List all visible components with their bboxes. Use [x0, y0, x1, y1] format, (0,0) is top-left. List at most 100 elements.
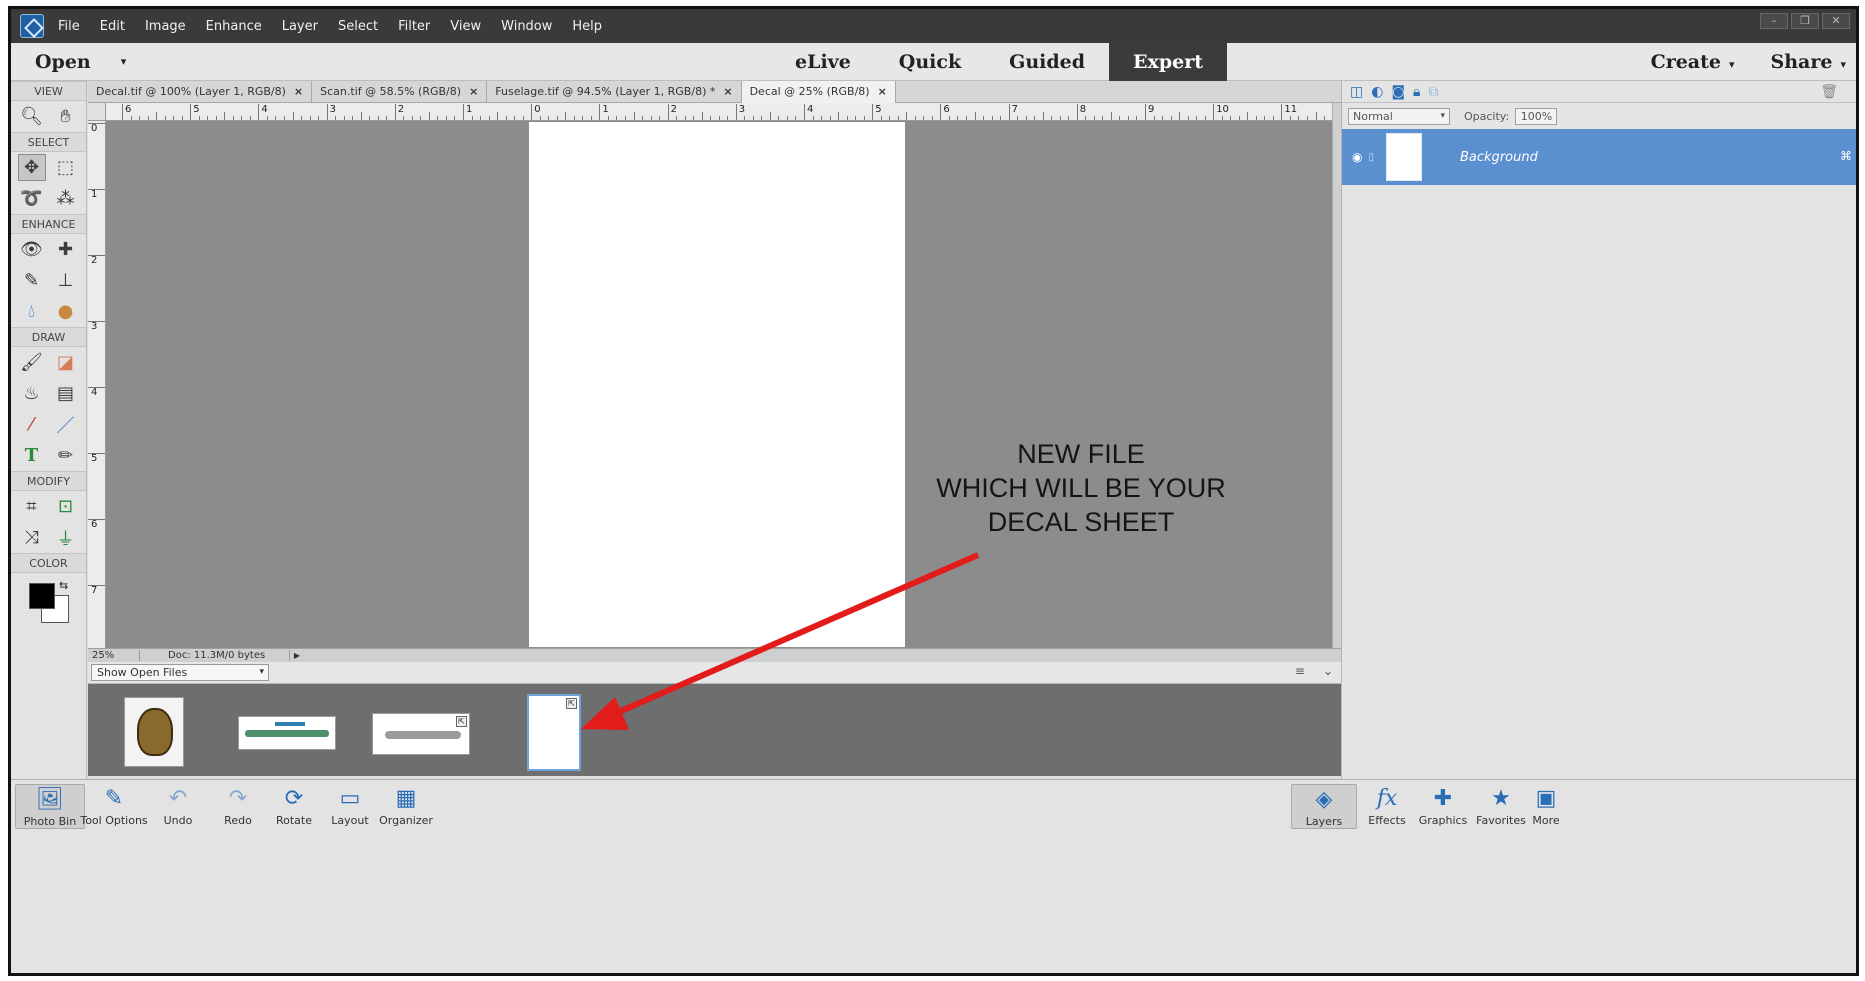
quick-selection-tool-icon[interactable]: ⁂ — [52, 185, 80, 212]
thumbnail-decal[interactable] — [124, 697, 184, 767]
visibility-eye-icon[interactable]: ◉ — [1352, 150, 1362, 164]
more-button[interactable]: ▣ More — [1521, 784, 1571, 827]
ruler-minor-tick — [139, 116, 141, 120]
eraser-tool-icon[interactable]: ◪ — [52, 349, 80, 376]
ruler-minor-tick — [1119, 116, 1121, 120]
close-tab-icon[interactable]: × — [294, 85, 303, 98]
ruler-minor-tick — [1025, 116, 1027, 120]
blur-tool-icon[interactable]: 💧︎ — [18, 298, 46, 325]
content-aware-move-tool-icon[interactable]: ⤨ — [18, 524, 46, 551]
brush-tool-icon[interactable]: 🖌︎ — [18, 349, 46, 376]
eyedropper-tool-icon[interactable]: ⁄ — [18, 411, 46, 438]
menu-window[interactable]: Window — [501, 19, 552, 34]
layer-mask-icon[interactable]: ◙ — [1391, 84, 1405, 100]
photo-bin-button[interactable]: 🖼︎ Photo Bin — [15, 784, 85, 829]
canvas-area[interactable] — [106, 121, 1332, 648]
menu-filter[interactable]: Filter — [398, 19, 430, 34]
vertical-ruler: 0 1 2 3 4 5 6 7 — [88, 121, 106, 648]
close-icon[interactable]: ✕ — [1822, 13, 1850, 29]
mode-guided[interactable]: Guided — [985, 43, 1109, 81]
lasso-tool-icon[interactable]: ➰ — [18, 185, 46, 212]
adjustment-layer-icon[interactable]: ◐ — [1371, 84, 1383, 100]
bin-menu-icon[interactable]: ≡ — [1295, 664, 1305, 678]
zoom-tool-icon[interactable]: 🔍︎ — [18, 103, 46, 130]
restore-icon[interactable]: ❐ — [1791, 13, 1819, 29]
thumbnail-fuselage[interactable]: ⇱ — [372, 713, 470, 755]
ruler-label: 4 — [261, 104, 268, 115]
opacity-field[interactable]: 100% — [1515, 107, 1558, 125]
recompose-tool-icon[interactable]: ⊡ — [52, 493, 80, 520]
menu-layer[interactable]: Layer — [282, 19, 318, 34]
thumbnail-scan[interactable] — [238, 716, 336, 750]
red-eye-tool-icon[interactable]: 👁︎ — [18, 236, 46, 263]
organizer-button[interactable]: ▦ Organizer — [371, 784, 441, 827]
type-tool-icon[interactable]: T — [18, 442, 46, 469]
document-canvas[interactable] — [529, 122, 905, 647]
tab-decal[interactable]: Decal @ 25% (RGB/8) × — [741, 81, 896, 103]
vertical-scrollbar[interactable] — [1332, 103, 1341, 648]
minimize-icon[interactable]: – — [1760, 13, 1788, 29]
app-logo-icon[interactable] — [20, 14, 44, 38]
ruler-minor-tick — [1110, 112, 1112, 120]
lock-icon[interactable]: 🔒︎ — [1413, 84, 1420, 100]
layer-lock-icon[interactable]: ▯ — [1368, 152, 1374, 163]
gradient-tool-icon[interactable]: ▤ — [52, 380, 80, 407]
blend-mode-select[interactable]: Normal ▾ — [1348, 107, 1450, 125]
smart-brush-tool-icon[interactable]: ✎ — [18, 267, 46, 294]
ruler-minor-tick — [445, 116, 447, 120]
hand-tool-icon[interactable]: ✋︎ — [52, 103, 80, 130]
paint-bucket-tool-icon[interactable]: ♨ — [18, 380, 46, 407]
photo-bin-label: Photo Bin — [23, 815, 77, 828]
straighten-tool-icon[interactable]: ⏚ — [52, 524, 80, 551]
ruler-minor-tick — [1093, 116, 1095, 120]
ruler-minor-tick — [411, 116, 413, 120]
layer-name: Background — [1460, 149, 1538, 165]
spot-healing-tool-icon[interactable]: ✚ — [52, 236, 80, 263]
status-menu-arrow-icon[interactable]: ▶ — [290, 651, 304, 660]
zoom-level[interactable]: 25% — [88, 650, 140, 661]
clone-stamp-tool-icon[interactable]: ⊥ — [52, 267, 80, 294]
tool-options-button[interactable]: ✎ Tool Options — [79, 784, 149, 827]
effects-button[interactable]: fx Effects — [1357, 784, 1417, 827]
swap-colors-icon[interactable]: ⇆ — [59, 579, 68, 592]
close-tab-icon[interactable]: × — [878, 85, 887, 98]
close-tab-icon[interactable]: × — [723, 85, 732, 98]
more-icon: ▣ — [1535, 786, 1557, 811]
ruler-minor-tick — [215, 116, 217, 120]
thumbnail-badge-icon: ⇱ — [456, 716, 467, 727]
open-button[interactable]: Open ▾ — [35, 51, 126, 73]
move-tool-icon[interactable]: ✥ — [17, 154, 46, 181]
menu-select[interactable]: Select — [338, 19, 378, 34]
line-tool-icon[interactable]: ／ — [52, 411, 80, 438]
marquee-tool-icon[interactable]: ⬚ — [52, 154, 80, 181]
share-button[interactable]: Share ▾ — [1771, 51, 1846, 73]
menu-file[interactable]: File — [58, 19, 80, 34]
collapse-bin-icon[interactable]: ⌄ — [1323, 664, 1333, 678]
mode-elive[interactable]: eLive — [771, 43, 875, 81]
layers-button[interactable]: ◈ Layers — [1291, 784, 1357, 829]
menu-view[interactable]: View — [450, 19, 481, 34]
trash-icon[interactable]: 🗑︎ — [1820, 84, 1838, 100]
menu-enhance[interactable]: Enhance — [206, 19, 262, 34]
menu-edit[interactable]: Edit — [100, 19, 125, 34]
link-layers-icon[interactable]: ⧉ — [1429, 84, 1439, 100]
photo-bin-source-select[interactable]: Show Open Files ▾ — [91, 664, 269, 681]
mode-expert[interactable]: Expert — [1109, 43, 1228, 81]
sponge-tool-icon[interactable]: ● — [52, 298, 80, 325]
close-tab-icon[interactable]: × — [469, 85, 478, 98]
thumbnail-decal-new[interactable]: ⇱ — [527, 694, 581, 771]
tab-fuselage-tif[interactable]: Fuselage.tif @ 94.5% (Layer 1, RGB/8) * × — [487, 81, 742, 103]
pencil-tool-icon[interactable]: ✏︎ — [52, 442, 80, 469]
layer-row[interactable]: ◉ ▯ Background ⌘ — [1342, 129, 1856, 185]
menu-image[interactable]: Image — [145, 19, 186, 34]
graphics-button[interactable]: ✚ Graphics — [1411, 784, 1475, 827]
tab-scan-tif[interactable]: Scan.tif @ 58.5% (RGB/8) × — [312, 81, 488, 103]
foreground-color-swatch[interactable] — [29, 583, 55, 609]
menu-help[interactable]: Help — [572, 19, 602, 34]
crop-tool-icon[interactable]: ⌗ — [18, 493, 46, 520]
create-button[interactable]: Create ▾ — [1651, 51, 1735, 73]
new-layer-icon[interactable]: ◫ — [1350, 84, 1363, 100]
ruler-minor-tick — [480, 116, 482, 120]
tab-decal-tif[interactable]: Decal.tif @ 100% (Layer 1, RGB/8) × — [88, 81, 313, 103]
mode-quick[interactable]: Quick — [875, 43, 985, 81]
